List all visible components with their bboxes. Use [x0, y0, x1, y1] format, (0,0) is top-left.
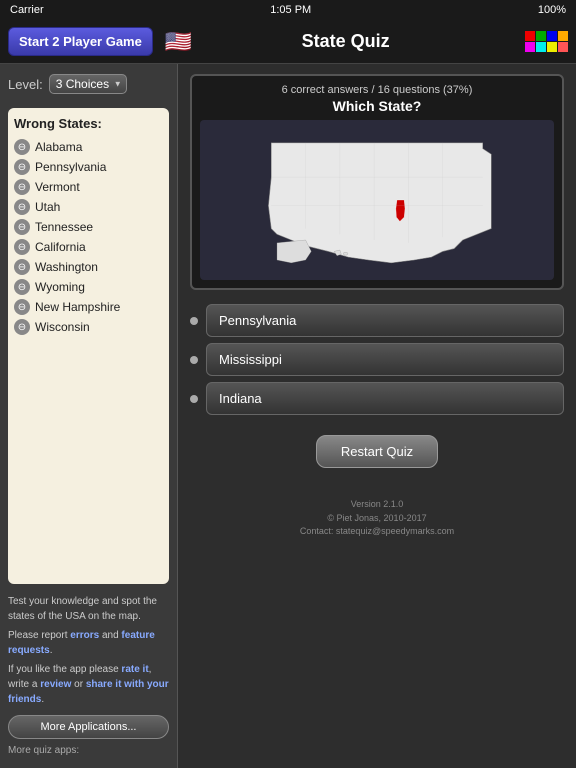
wrong-state-item: ⊖ Washington	[14, 257, 163, 277]
wrong-state-item: ⊖ Wyoming	[14, 277, 163, 297]
wrong-state-item: ⊖ California	[14, 237, 163, 257]
state-name: Alabama	[35, 140, 82, 154]
choice-item: Pennsylvania	[190, 304, 564, 337]
state-icon: ⊖	[14, 239, 30, 255]
main-content: 6 correct answers / 16 questions (37%) W…	[178, 64, 576, 768]
more-quiz-label: More quiz apps:	[8, 743, 169, 758]
footer-line1: Test your knowledge and spot the states …	[8, 594, 169, 624]
choice-button[interactable]: Mississippi	[206, 343, 564, 376]
wrong-state-item: ⊖ Vermont	[14, 177, 163, 197]
map-container: 6 correct answers / 16 questions (37%) W…	[190, 74, 564, 290]
color-cell	[547, 42, 557, 52]
review-highlight: review	[40, 679, 71, 690]
state-name: California	[35, 240, 86, 254]
choices-list: Pennsylvania Mississippi Indiana	[190, 304, 564, 415]
more-apps-button[interactable]: More Applications...	[8, 715, 169, 739]
choice-item: Indiana	[190, 382, 564, 415]
state-icon: ⊖	[14, 139, 30, 155]
rate-highlight: rate it	[121, 664, 148, 675]
state-icon: ⊖	[14, 159, 30, 175]
us-map-svg	[200, 120, 554, 280]
state-icon: ⊖	[14, 179, 30, 195]
state-icon: ⊖	[14, 319, 30, 335]
map-question: Which State?	[200, 98, 554, 114]
wrong-states-section: Wrong States: ⊖ Alabama ⊖ Pennsylvania ⊖…	[8, 108, 169, 584]
wrong-states-title: Wrong States:	[14, 116, 163, 131]
footer-line2: Please report errors and feature request…	[8, 628, 169, 658]
level-select-wrapper[interactable]: 3 Choices 4 Choices 5 Choices	[49, 74, 127, 94]
wrong-states-list: ⊖ Alabama ⊖ Pennsylvania ⊖ Vermont ⊖ Uta…	[14, 137, 163, 337]
color-cell	[547, 31, 557, 41]
choice-button[interactable]: Pennsylvania	[206, 304, 564, 337]
version-label: Version 2.1.0	[300, 498, 454, 512]
state-name: Wyoming	[35, 280, 85, 294]
color-cell	[525, 42, 535, 52]
level-select[interactable]: 3 Choices 4 Choices 5 Choices	[49, 74, 127, 94]
sidebar-footer: Test your knowledge and spot the states …	[8, 594, 169, 758]
wrong-state-item: ⊖ Utah	[14, 197, 163, 217]
battery-label: 100%	[538, 4, 566, 16]
choice-bullet	[190, 356, 198, 364]
header: Start 2 Player Game 🇺🇸 State Quiz	[0, 20, 576, 64]
copyright-label: © Piet Jonas, 2010-2017	[300, 512, 454, 526]
footer-line3: If you like the app please rate it, writ…	[8, 662, 169, 707]
wrong-state-item: ⊖ Tennessee	[14, 217, 163, 237]
state-name: Washington	[35, 260, 98, 274]
state-name: Tennessee	[35, 220, 93, 234]
main-layout: Level: 3 Choices 4 Choices 5 Choices Wro…	[0, 64, 576, 768]
choice-bullet	[190, 395, 198, 403]
choice-bullet	[190, 317, 198, 325]
time-label: 1:05 PM	[270, 4, 311, 16]
map-svg-area	[200, 120, 554, 280]
errors-highlight: errors	[70, 630, 99, 641]
state-name: Wisconsin	[35, 320, 90, 334]
state-icon: ⊖	[14, 259, 30, 275]
wrong-state-item: ⊖ Alabama	[14, 137, 163, 157]
state-icon: ⊖	[14, 279, 30, 295]
state-name: Utah	[35, 200, 60, 214]
wrong-state-item: ⊖ Pennsylvania	[14, 157, 163, 177]
color-cell	[525, 31, 535, 41]
app-title: State Quiz	[174, 31, 517, 52]
contact-label: Contact: statequiz@speedymarks.com	[300, 525, 454, 539]
color-cell	[536, 42, 546, 52]
color-cell	[558, 42, 568, 52]
restart-button[interactable]: Restart Quiz	[316, 435, 438, 468]
level-label: Level:	[8, 77, 43, 92]
color-cell	[536, 31, 546, 41]
choice-button[interactable]: Indiana	[206, 382, 564, 415]
color-cell	[558, 31, 568, 41]
map-stats: 6 correct answers / 16 questions (37%)	[200, 84, 554, 96]
level-row: Level: 3 Choices 4 Choices 5 Choices	[8, 74, 169, 94]
state-icon: ⊖	[14, 299, 30, 315]
choice-item: Mississippi	[190, 343, 564, 376]
state-name: Vermont	[35, 180, 80, 194]
start-2player-button[interactable]: Start 2 Player Game	[8, 27, 153, 56]
state-icon: ⊖	[14, 199, 30, 215]
status-bar: Carrier 1:05 PM 100%	[0, 0, 576, 20]
state-name: Pennsylvania	[35, 160, 106, 174]
sidebar: Level: 3 Choices 4 Choices 5 Choices Wro…	[0, 64, 178, 768]
wrong-state-item: ⊖ New Hampshire	[14, 297, 163, 317]
main-footer: Version 2.1.0 © Piet Jonas, 2010-2017 Co…	[300, 498, 454, 539]
state-name: New Hampshire	[35, 300, 120, 314]
state-icon: ⊖	[14, 219, 30, 235]
color-grid-icon	[525, 31, 568, 52]
wrong-state-item: ⊖ Wisconsin	[14, 317, 163, 337]
carrier-label: Carrier	[10, 4, 44, 16]
share-highlight: share it with your friends	[8, 679, 169, 705]
